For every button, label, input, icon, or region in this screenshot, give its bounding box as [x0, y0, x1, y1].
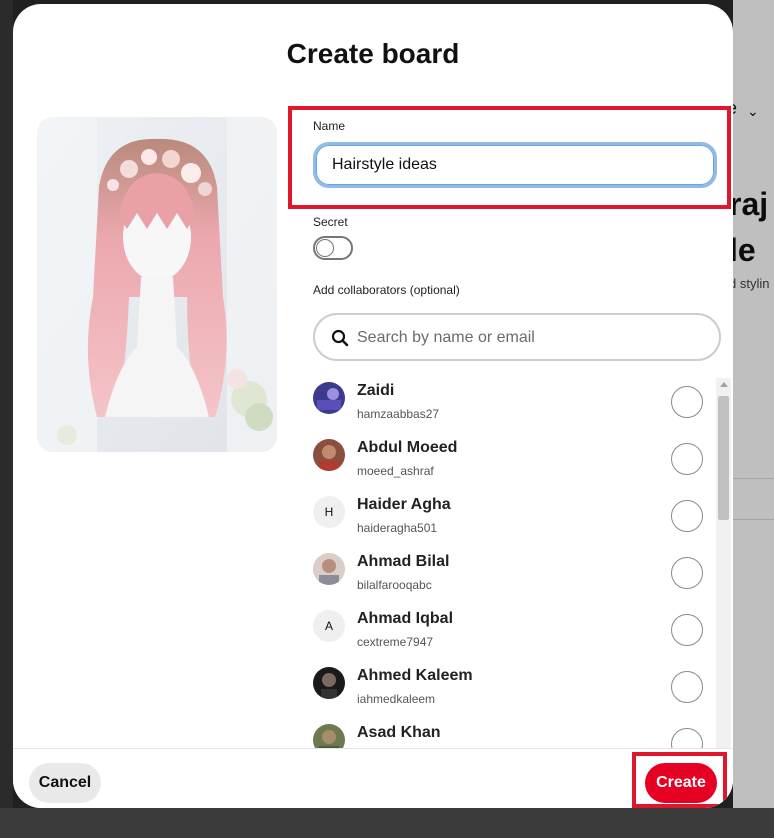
collaborator-row[interactable]: A Ahmad Iqbal cextreme7947: [313, 604, 717, 661]
avatar: [313, 553, 345, 585]
collaborators-label: Add collaborators (optional): [313, 283, 460, 297]
collaborator-row[interactable]: Asad Khan masadkhan0096: [313, 718, 717, 752]
scrollbar-thumb[interactable]: [718, 396, 729, 520]
collaborator-username: bilalfarooqabc: [357, 578, 432, 592]
collaborator-username: cextreme7947: [357, 635, 434, 649]
collaborator-row[interactable]: H Haider Agha haideragha501: [313, 490, 717, 547]
avatar: A: [313, 610, 345, 642]
avatar: H: [313, 496, 345, 528]
collaborator-name: Ahmed Kaleem: [357, 667, 473, 684]
select-collaborator-radio[interactable]: [671, 443, 703, 475]
select-collaborator-radio[interactable]: [671, 557, 703, 589]
collaborator-row[interactable]: Zaidi hamzaabbas27: [313, 376, 717, 433]
collaborator-username: haideragha501: [357, 521, 438, 535]
scroll-up-icon[interactable]: [720, 382, 728, 387]
collaborator-username: moeed_ashraf: [357, 464, 434, 478]
avatar: [313, 382, 345, 414]
collaborator-list-scrollbar[interactable]: [716, 378, 731, 754]
search-icon: [331, 329, 349, 347]
dialog-footer: Cancel Create: [13, 748, 733, 808]
avatar: [313, 439, 345, 471]
dialog-title: Create board: [286, 38, 460, 69]
secret-toggle[interactable]: [313, 236, 353, 260]
collaborator-name: Asad Khan: [357, 724, 441, 741]
collaborator-username: iahmedkaleem: [357, 692, 436, 706]
background-bottom-edge: [0, 808, 774, 838]
collaborator-name: Abdul Moeed: [357, 439, 458, 456]
secret-label: Secret: [313, 215, 348, 229]
collaborator-name: Ahmad Iqbal: [357, 610, 454, 627]
collaborator-list: Zaidi hamzaabbas27 Abdul Moeed moeed_ash…: [313, 376, 717, 752]
collaborator-row[interactable]: Ahmed Kaleem iahmedkaleem: [313, 661, 717, 718]
select-collaborator-radio[interactable]: [671, 671, 703, 703]
collaborator-username: hamzaabbas27: [357, 407, 440, 421]
cancel-button[interactable]: Cancel: [29, 763, 101, 803]
avatar: [313, 667, 345, 699]
create-button[interactable]: Create: [645, 763, 717, 803]
select-collaborator-radio[interactable]: [671, 500, 703, 532]
collaborator-name: Ahmad Bilal: [357, 553, 450, 570]
name-label: Name: [313, 119, 346, 133]
select-collaborator-radio[interactable]: [671, 386, 703, 418]
board-name-input[interactable]: [313, 142, 717, 188]
collaborator-search[interactable]: [313, 313, 721, 361]
collaborator-name: Haider Agha: [357, 496, 451, 513]
create-board-dialog: Create board Name Hairstyle ideas Secret…: [13, 4, 733, 808]
select-collaborator-radio[interactable]: [671, 614, 703, 646]
collaborator-name: Zaidi: [357, 382, 395, 399]
collaborator-row[interactable]: Abdul Moeed moeed_ashraf: [313, 433, 717, 490]
toggle-knob: [316, 239, 334, 257]
collaborator-row[interactable]: Ahmad Bilal bilalfarooqabc: [313, 547, 717, 604]
collaborator-search-input[interactable]: [355, 325, 699, 351]
pin-preview-image: [37, 117, 277, 452]
